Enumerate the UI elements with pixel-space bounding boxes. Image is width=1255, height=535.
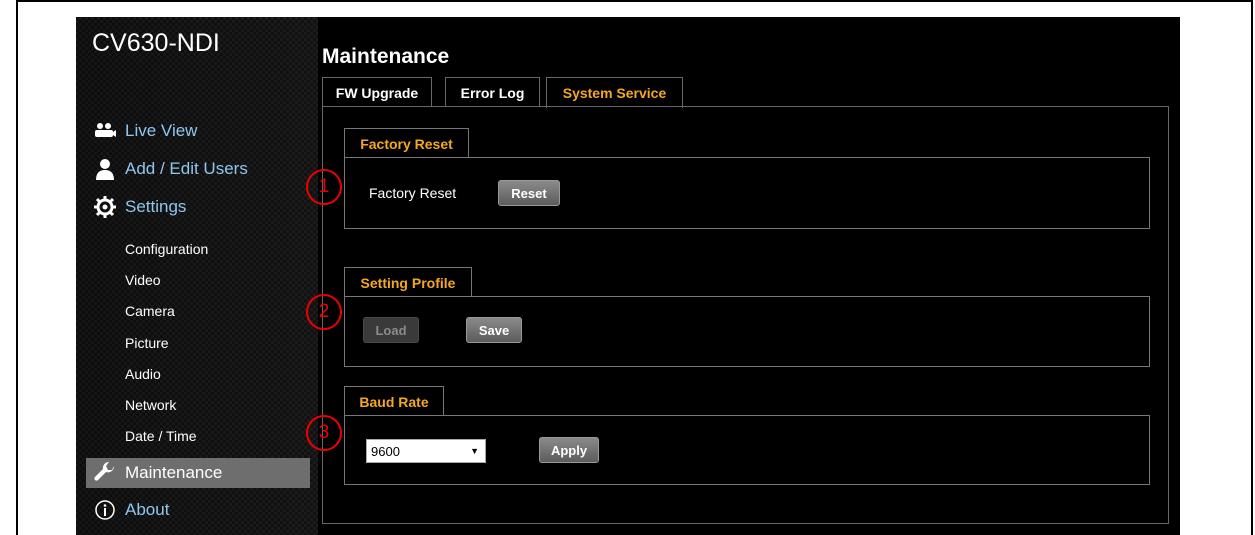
nav-picture[interactable]: Picture [125, 335, 169, 351]
user-icon [92, 156, 118, 182]
nav-configuration[interactable]: Configuration [125, 241, 208, 257]
annotation-marker: 3 [306, 415, 342, 451]
nav-label: Maintenance [125, 463, 223, 482]
nav-settings[interactable]: Settings [76, 192, 318, 222]
factory-reset-label: Factory Reset [369, 185, 457, 201]
tab-fw-upgrade[interactable]: FW Upgrade [322, 77, 432, 107]
setting-profile-section-title: Setting Profile [344, 267, 472, 297]
nav-audio[interactable]: Audio [125, 366, 161, 382]
tab-error-log[interactable]: Error Log [445, 77, 540, 107]
app-window: CV630-NDI Live View Add / Edit Users Set… [76, 17, 1180, 535]
gear-icon [92, 194, 118, 220]
nav-add-edit-users[interactable]: Add / Edit Users [76, 154, 318, 184]
nav-live-view[interactable]: Live View [76, 116, 318, 146]
app-title: CV630-NDI [92, 29, 220, 57]
factory-reset-section-title: Factory Reset [344, 128, 469, 158]
factory-reset-section [344, 157, 1150, 229]
nav-camera[interactable]: Camera [125, 303, 175, 319]
annotation-marker: 1 [306, 169, 342, 205]
dropdown-arrow-icon: ▼ [470, 446, 479, 456]
info-icon [92, 497, 118, 523]
nav-label: About [125, 500, 170, 519]
nav-label: Add / Edit Users [125, 159, 248, 178]
sidebar: CV630-NDI Live View Add / Edit Users Set… [76, 17, 318, 535]
nav-label: Live View [125, 121, 198, 140]
nav-about[interactable]: About [76, 495, 318, 525]
baud-rate-section-title: Baud Rate [344, 386, 444, 416]
people-icon [92, 118, 118, 144]
baud-rate-select[interactable]: 9600 ▼ [366, 439, 486, 463]
nav-date-time[interactable]: Date / Time [125, 428, 197, 444]
nav-video[interactable]: Video [125, 272, 161, 288]
wrench-icon [92, 460, 118, 486]
reset-button[interactable]: Reset [498, 180, 560, 206]
apply-button[interactable]: Apply [539, 437, 599, 463]
annotation-marker: 2 [306, 294, 342, 330]
nav-maintenance[interactable]: Maintenance [86, 458, 310, 488]
baud-rate-value: 9600 [371, 443, 400, 459]
load-button[interactable]: Load [363, 317, 419, 343]
save-button[interactable]: Save [466, 317, 522, 343]
tab-system-service[interactable]: System Service [546, 77, 683, 108]
nav-label: Settings [125, 197, 187, 216]
page-title: Maintenance [322, 45, 450, 68]
setting-profile-section [344, 296, 1150, 367]
nav-network[interactable]: Network [125, 397, 176, 413]
